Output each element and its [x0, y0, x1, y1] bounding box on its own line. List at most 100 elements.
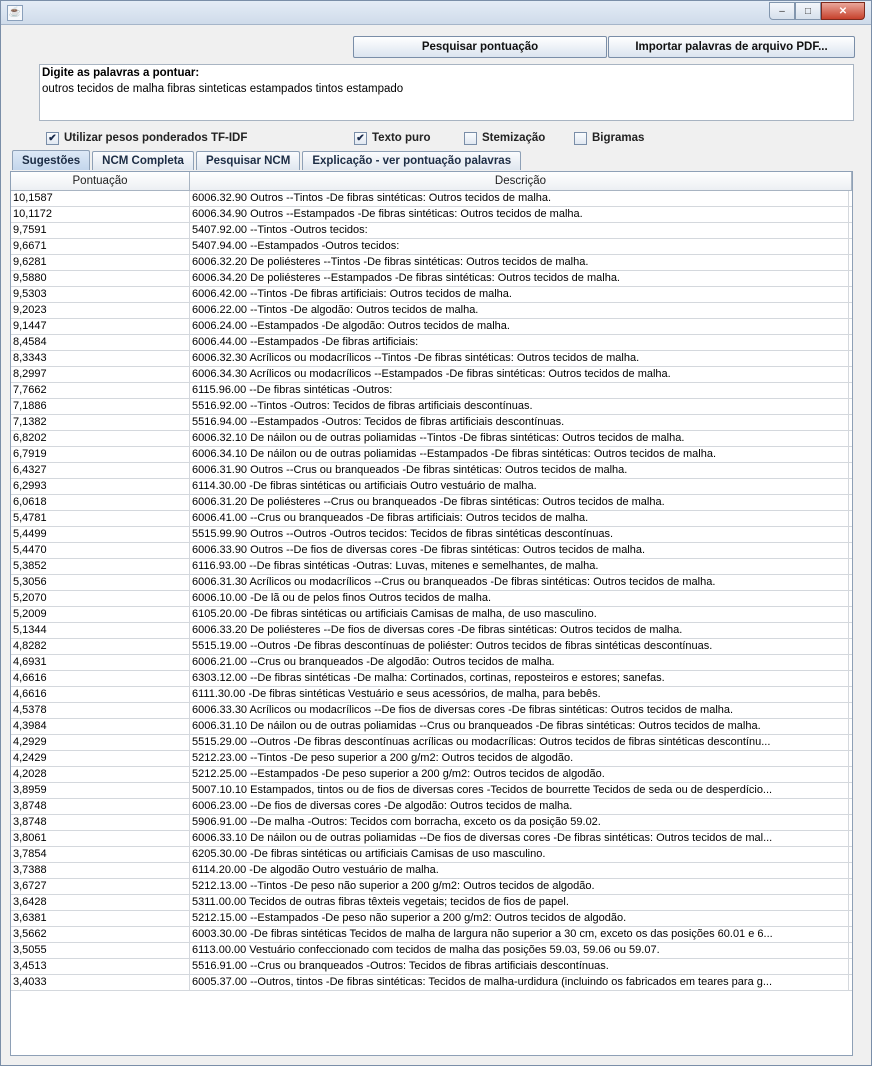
maximize-button[interactable]: □	[795, 2, 821, 20]
table-row[interactable]: 5,4470 6006.33.90 Outros --De fios de div…	[11, 543, 852, 559]
description-cell: 6006.44.00 --Estampados -De fibras artif…	[190, 335, 849, 350]
score-cell: 4,2929	[11, 735, 190, 750]
words-input-panel[interactable]: Digite as palavras a pontuar: outros tec…	[39, 64, 854, 121]
table-row[interactable]: 7,1886 5516.92.00 --Tintos -Outros: Tecid…	[11, 399, 852, 415]
table-row[interactable]: 5,3056 6006.31.30 Acrílicos ou modacrílic…	[11, 575, 852, 591]
table-row[interactable]: 6,7919 6006.34.10 De náilon ou de outras …	[11, 447, 852, 463]
table-row[interactable]: 10,1587 6006.32.90 Outros --Tintos -De fi…	[11, 191, 852, 207]
search-score-button[interactable]: Pesquisar pontuação	[353, 36, 607, 58]
score-cell: 5,3852	[11, 559, 190, 574]
table-row[interactable]: 9,5880 6006.34.20 De poliésteres --Estamp…	[11, 271, 852, 287]
table-row[interactable]: 6,4327 6006.31.90 Outros --Crus ou branqu…	[11, 463, 852, 479]
table-row[interactable]: 4,3984 6006.31.10 De náilon ou de outras …	[11, 719, 852, 735]
table-row[interactable]: 7,7662 6115.96.00 --De fibras sintéticas …	[11, 383, 852, 399]
column-header-score[interactable]: Pontuação	[11, 172, 190, 190]
description-cell: 6003.30.00 -De fibras sintéticas Tecidos…	[190, 927, 849, 942]
tfidf-checkbox[interactable]: ✔ Utilizar pesos ponderados TF-IDF	[46, 130, 247, 146]
table-row[interactable]: 8,4584 6006.44.00 --Estampados -De fibras…	[11, 335, 852, 351]
table-row[interactable]: 9,6671 5407.94.00 --Estampados -Outros te…	[11, 239, 852, 255]
table-row[interactable]: 9,5303 6006.42.00 --Tintos -De fibras art…	[11, 287, 852, 303]
score-cell: 9,2023	[11, 303, 190, 318]
score-cell: 5,4781	[11, 511, 190, 526]
table-row[interactable]: 4,6931 6006.21.00 --Crus ou branqueados -…	[11, 655, 852, 671]
score-cell: 5,2009	[11, 607, 190, 622]
java-app-icon[interactable]: ☕	[7, 5, 23, 21]
check-icon[interactable]: ✔	[46, 131, 59, 145]
column-header-description[interactable]: Descrição	[190, 172, 852, 190]
table-row[interactable]: 3,6381 5212.15.00 --Estampados -De peso n…	[11, 911, 852, 927]
score-cell: 3,5662	[11, 927, 190, 942]
table-row[interactable]: 8,3343 6006.32.30 Acrílicos ou modacrílic…	[11, 351, 852, 367]
table-row[interactable]: 3,5055 6113.00.00 Vestuário confeccionado…	[11, 943, 852, 959]
table-row[interactable]: 3,4513 5516.91.00 --Crus ou branqueados -…	[11, 959, 852, 975]
table-row[interactable]: 5,2070 6006.10.00 -De lã ou de pelos fino…	[11, 591, 852, 607]
description-cell: 6105.20.00 -De fibras sintéticas ou arti…	[190, 607, 849, 622]
table-row[interactable]: 4,2929 5515.29.00 --Outros -De fibras des…	[11, 735, 852, 751]
window-controls: – □ ✕	[769, 2, 865, 20]
score-cell: 3,6381	[11, 911, 190, 926]
import-pdf-button[interactable]: Importar palavras de arquivo PDF...	[608, 36, 855, 58]
table-row[interactable]: 4,2429 5212.23.00 --Tintos -De peso super…	[11, 751, 852, 767]
score-cell: 5,4470	[11, 543, 190, 558]
table-row[interactable]: 6,8202 6006.32.10 De náilon ou de outras …	[11, 431, 852, 447]
description-cell: 5515.99.90 Outros --Outros -Outros tecid…	[190, 527, 849, 542]
minimize-button[interactable]: –	[769, 2, 795, 20]
table-row[interactable]: 5,4499 5515.99.90 Outros --Outros -Outros…	[11, 527, 852, 543]
check-icon[interactable]: ✔	[354, 131, 367, 145]
table-row[interactable]: 6,0618 6006.31.20 De poliésteres --Crus o…	[11, 495, 852, 511]
table-row[interactable]: 6,2993 6114.30.00 -De fibras sintéticas o…	[11, 479, 852, 495]
table-row[interactable]: 9,7591 5407.92.00 --Tintos -Outros tecido…	[11, 223, 852, 239]
table-row[interactable]: 3,7388 6114.20.00 -De algodão Outro vestu…	[11, 863, 852, 879]
score-cell: 6,8202	[11, 431, 190, 446]
app-window: ☕ – □ ✕ Pesquisar pontuação Importar pal…	[0, 0, 872, 1066]
table-row[interactable]: 9,1447 6006.24.00 --Estampados -De algodã…	[11, 319, 852, 335]
table-row[interactable]: 3,7854 6205.30.00 -De fibras sintéticas o…	[11, 847, 852, 863]
close-button[interactable]: ✕	[821, 2, 865, 20]
description-cell: 5906.91.00 --De malha -Outros: Tecidos c…	[190, 815, 849, 830]
stemming-checkbox[interactable]: Stemização	[464, 130, 545, 146]
table-row[interactable]: 4,6616 6303.12.00 --De fibras sintéticas …	[11, 671, 852, 687]
table-row[interactable]: 5,1344 6006.33.20 De poliésteres --De fio…	[11, 623, 852, 639]
results-table[interactable]: Pontuação Descrição 10,1587 6006.32.90 Ou…	[10, 171, 853, 1056]
table-row[interactable]: 3,5662 6003.30.00 -De fibras sintéticas T…	[11, 927, 852, 943]
table-row[interactable]: 3,6727 5212.13.00 --Tintos -De peso não s…	[11, 879, 852, 895]
table-body: 10,1587 6006.32.90 Outros --Tintos -De fi…	[11, 191, 852, 991]
description-cell: 6006.42.00 --Tintos -De fibras artificia…	[190, 287, 849, 302]
title-bar[interactable]: ☕ – □ ✕	[1, 1, 871, 25]
table-row[interactable]: 4,5378 6006.33.30 Acrílicos ou modacrílic…	[11, 703, 852, 719]
table-row[interactable]: 7,1382 5516.94.00 --Estampados -Outros: T…	[11, 415, 852, 431]
bigrams-checkbox[interactable]: Bigramas	[574, 130, 644, 146]
table-row[interactable]: 3,8748 6006.23.00 --De fios de diversas c…	[11, 799, 852, 815]
table-row[interactable]: 9,2023 6006.22.00 --Tintos -De algodão: O…	[11, 303, 852, 319]
description-cell: 6006.21.00 --Crus ou branqueados -De alg…	[190, 655, 849, 670]
score-cell: 3,6428	[11, 895, 190, 910]
unchecked-box-icon[interactable]	[574, 131, 587, 145]
table-row[interactable]: 3,6428 5311.00.00 Tecidos de outras fibra…	[11, 895, 852, 911]
tab-bar: Sugestões NCM Completa Pesquisar NCM Exp…	[12, 150, 523, 171]
tab-ncm-completa[interactable]: NCM Completa	[92, 151, 194, 170]
unchecked-box-icon[interactable]	[464, 131, 477, 145]
table-row[interactable]: 3,8959 5007.10.10 Estampados, tintos ou d…	[11, 783, 852, 799]
tab-explicacao[interactable]: Explicação - ver pontuação palavras	[302, 151, 522, 170]
table-row[interactable]: 3,8748 5906.91.00 --De malha -Outros: Tec…	[11, 815, 852, 831]
table-row[interactable]: 4,8282 5515.19.00 --Outros -De fibras des…	[11, 639, 852, 655]
table-row[interactable]: 10,1172 6006.34.90 Outros --Estampados -D…	[11, 207, 852, 223]
description-cell: 5311.00.00 Tecidos de outras fibras têxt…	[190, 895, 849, 910]
table-row[interactable]: 9,6281 6006.32.20 De poliésteres --Tintos…	[11, 255, 852, 271]
table-row[interactable]: 3,8061 6006.33.10 De náilon ou de outras …	[11, 831, 852, 847]
table-row[interactable]: 4,6616 6111.30.00 -De fibras sintéticas V…	[11, 687, 852, 703]
table-row[interactable]: 3,4033 6005.37.00 --Outros, tintos -De fi…	[11, 975, 852, 991]
description-cell: 6006.32.10 De náilon ou de outras poliam…	[190, 431, 849, 446]
table-row[interactable]: 5,2009 6105.20.00 -De fibras sintéticas o…	[11, 607, 852, 623]
table-row[interactable]: 4,2028 5212.25.00 --Estampados -De peso s…	[11, 767, 852, 783]
words-textarea[interactable]: outros tecidos de malha fibras sintetica…	[42, 83, 403, 95]
table-row[interactable]: 5,3852 6116.93.00 --De fibras sintéticas …	[11, 559, 852, 575]
plain-text-checkbox[interactable]: ✔ Texto puro	[354, 130, 431, 146]
tab-pesquisar-ncm[interactable]: Pesquisar NCM	[195, 151, 301, 170]
score-cell: 7,1886	[11, 399, 190, 414]
table-row[interactable]: 5,4781 6006.41.00 --Crus ou branqueados -…	[11, 511, 852, 527]
description-cell: 6006.32.20 De poliésteres --Tintos -De f…	[190, 255, 849, 270]
tab-sugestoes[interactable]: Sugestões	[12, 150, 91, 170]
description-cell: 5516.91.00 --Crus ou branqueados -Outros…	[190, 959, 849, 974]
table-row[interactable]: 8,2997 6006.34.30 Acrílicos ou modacrílic…	[11, 367, 852, 383]
